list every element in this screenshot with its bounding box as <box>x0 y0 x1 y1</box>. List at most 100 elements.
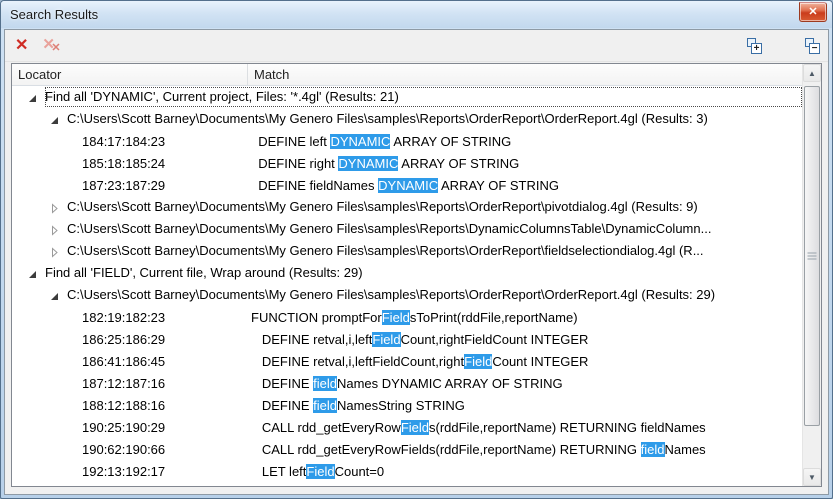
remove-all-searches-button[interactable]: ✕ ✕ <box>42 37 64 55</box>
result-locator: 182:19:182:23 <box>12 310 248 325</box>
match-highlight <box>309 486 349 487</box>
result-match-text: DEFINE fieldNames DYNAMIC ARRAY OF STRIN… <box>248 376 802 391</box>
file-group-row[interactable]: C:\Users\Scott Barney\Documents\My Gener… <box>12 218 802 240</box>
match-highlight: Field <box>401 420 429 435</box>
results-tree-main: Locator Match Find all 'DYNAMIC', Curren… <box>12 64 802 486</box>
file-path-label: C:\Users\Scott Barney\Documents\My Gener… <box>67 109 802 129</box>
file-group-row[interactable]: C:\Users\Scott Barney\Documents\My Gener… <box>12 284 802 306</box>
remove-search-button[interactable]: ✕ <box>15 38 28 54</box>
result-match-text: DEFINE fieldNames DYNAMIC ARRAY OF STRIN… <box>248 178 802 193</box>
result-locator: 186:25:186:29 <box>12 332 248 347</box>
scroll-up-icon: ▲ <box>808 69 816 78</box>
match-highlight: field <box>313 376 337 391</box>
file-path-label: C:\Users\Scott Barney\Documents\My Gener… <box>67 219 802 239</box>
window-title: Search Results <box>10 7 98 22</box>
close-icon: ✕ <box>808 6 817 18</box>
result-locator: 184:17:184:23 <box>12 134 248 149</box>
collapse-all-button[interactable]: − <box>804 38 820 54</box>
match-highlight: Field <box>382 310 410 325</box>
result-match-text: LET leftFieldCount=0 <box>248 464 802 479</box>
result-row[interactable]: 182:19:182:23FUNCTION promptForFieldsToP… <box>12 306 802 328</box>
match-text-segment: DEFINE retval,i,leftFieldCount,right <box>251 354 464 369</box>
match-text-segment: Count,rightFieldCount INTEGER <box>401 332 589 347</box>
match-text-segment <box>251 486 309 487</box>
result-match-text: DEFINE left DYNAMIC ARRAY OF STRING <box>248 134 802 149</box>
scrollbar-track[interactable] <box>803 82 821 468</box>
search-group-label: Find all 'FIELD', Current file, Wrap aro… <box>45 263 802 283</box>
result-match-text: CALL rdd_getEveryRowFields(rddFile,repor… <box>248 442 802 457</box>
result-row[interactable]: 192:13:192:17 LET leftFieldCount=0 <box>12 460 802 482</box>
match-text-segment: sToPrint(rddFile,reportName) <box>410 310 578 325</box>
match-highlight: DYNAMIC <box>378 178 438 193</box>
result-match-text: DEFINE retval,i,leftFieldCount,rightFiel… <box>248 354 802 369</box>
match-text-segment: Names DYNAMIC ARRAY OF STRING <box>337 376 563 391</box>
scroll-up-button[interactable]: ▲ <box>803 64 821 82</box>
expanded-arrow-icon[interactable] <box>27 92 38 103</box>
results-tree-body: Find all 'DYNAMIC', Current project, Fil… <box>12 86 802 486</box>
result-match-text: DEFINE fieldNamesString STRING <box>248 398 802 413</box>
result-row[interactable]: 190:62:190:66 CALL rdd_getEveryRowFields… <box>12 438 802 460</box>
result-row[interactable]: 185:18:185:24 DEFINE right DYNAMIC ARRAY… <box>12 152 802 174</box>
match-text-segment: Count INTEGER <box>492 354 588 369</box>
search-group-row[interactable]: Find all 'DYNAMIC', Current project, Fil… <box>12 86 802 108</box>
match-text-segment: ARRAY OF STRING <box>398 156 519 171</box>
result-row[interactable]: 186:41:186:45 DEFINE retval,i,leftFieldC… <box>12 350 802 372</box>
expanded-arrow-icon[interactable] <box>49 290 60 301</box>
file-group-row[interactable]: C:\Users\Scott Barney\Documents\My Gener… <box>12 240 802 262</box>
result-row[interactable]: 187:23:187:29 DEFINE fieldNames DYNAMIC … <box>12 174 802 196</box>
result-match-text: DEFINE retval,i,leftFieldCount,rightFiel… <box>248 332 802 347</box>
match-highlight: Field <box>306 464 334 479</box>
result-locator: 186:41:186:45 <box>12 354 248 369</box>
toolbar: ✕ ✕ ✕ + − <box>5 30 828 62</box>
expanded-arrow-icon[interactable] <box>49 114 60 125</box>
result-match-text: CALL rdd_getEveryRowFields(rddFile,repor… <box>248 420 802 435</box>
result-locator: 187:23:187:29 <box>12 178 248 193</box>
file-path-label: C:\Users\Scott Barney\Documents\My Gener… <box>67 241 802 261</box>
match-highlight: Field <box>372 332 400 347</box>
result-locator: 185:18:185:24 <box>12 156 248 171</box>
match-text-segment: DEFINE retval,i,left <box>251 332 372 347</box>
close-button[interactable]: ✕ <box>799 2 827 22</box>
expanded-arrow-icon[interactable] <box>27 268 38 279</box>
search-results-window: Search Results ✕ ✕ ✕ ✕ + − <box>0 0 833 499</box>
scrollbar-grip-icon <box>808 250 817 261</box>
vertical-scrollbar[interactable]: ▲ ▼ <box>802 64 821 486</box>
result-row[interactable]: 188:12:188:16 DEFINE fieldNamesString ST… <box>12 394 802 416</box>
match-text-segment: CALL rdd_getEveryRowFields(rddFile,repor… <box>251 442 641 457</box>
file-path-label: C:\Users\Scott Barney\Documents\My Gener… <box>67 285 802 305</box>
collapsed-arrow-icon[interactable] <box>49 224 60 235</box>
file-group-row[interactable]: C:\Users\Scott Barney\Documents\My Gener… <box>12 108 802 130</box>
match-text-segment: LET left <box>251 464 306 479</box>
result-match-text <box>248 486 802 487</box>
result-row[interactable]: 187:12:187:16 DEFINE fieldNames DYNAMIC … <box>12 372 802 394</box>
search-group-row[interactable]: Find all 'FIELD', Current file, Wrap aro… <box>12 262 802 284</box>
collapsed-arrow-icon[interactable] <box>49 202 60 213</box>
result-row[interactable]: 186:25:186:29 DEFINE retval,i,leftFieldC… <box>12 328 802 350</box>
collapse-all-icon: − <box>809 43 820 54</box>
match-column-header[interactable]: Match <box>248 64 802 85</box>
match-text-segment: DEFINE fieldNames <box>251 178 378 193</box>
file-group-row[interactable]: C:\Users\Scott Barney\Documents\My Gener… <box>12 196 802 218</box>
result-match-text: FUNCTION promptForFieldsToPrint(rddFile,… <box>248 310 802 325</box>
result-locator: 190:62:190:66 <box>12 442 248 457</box>
scrollbar-thumb[interactable] <box>804 86 820 426</box>
match-highlight: DYNAMIC <box>338 156 398 171</box>
result-match-text: DEFINE right DYNAMIC ARRAY OF STRING <box>248 156 802 171</box>
result-locator: 190:25:190:29 <box>12 420 248 435</box>
tree-column-header[interactable]: Locator Match <box>12 64 802 86</box>
match-text-segment: s(rddFile,reportName) RETURNING fieldNam… <box>429 420 706 435</box>
results-tree: Locator Match Find all 'DYNAMIC', Curren… <box>11 63 822 487</box>
scroll-down-button[interactable]: ▼ <box>803 468 821 486</box>
match-highlight: field <box>313 398 337 413</box>
result-row[interactable] <box>12 482 802 486</box>
title-bar[interactable]: Search Results <box>1 1 832 28</box>
locator-column-header[interactable]: Locator <box>12 64 248 85</box>
match-text-segment: DEFINE left <box>251 134 330 149</box>
match-text-segment: ARRAY OF STRING <box>438 178 559 193</box>
collapsed-arrow-icon[interactable] <box>49 246 60 257</box>
result-row[interactable]: 184:17:184:23 DEFINE left DYNAMIC ARRAY … <box>12 130 802 152</box>
result-row[interactable]: 190:25:190:29 CALL rdd_getEveryRowFields… <box>12 416 802 438</box>
scroll-down-icon: ▼ <box>808 473 816 482</box>
expand-all-button[interactable]: + <box>746 38 762 54</box>
result-locator: 187:12:187:16 <box>12 376 248 391</box>
